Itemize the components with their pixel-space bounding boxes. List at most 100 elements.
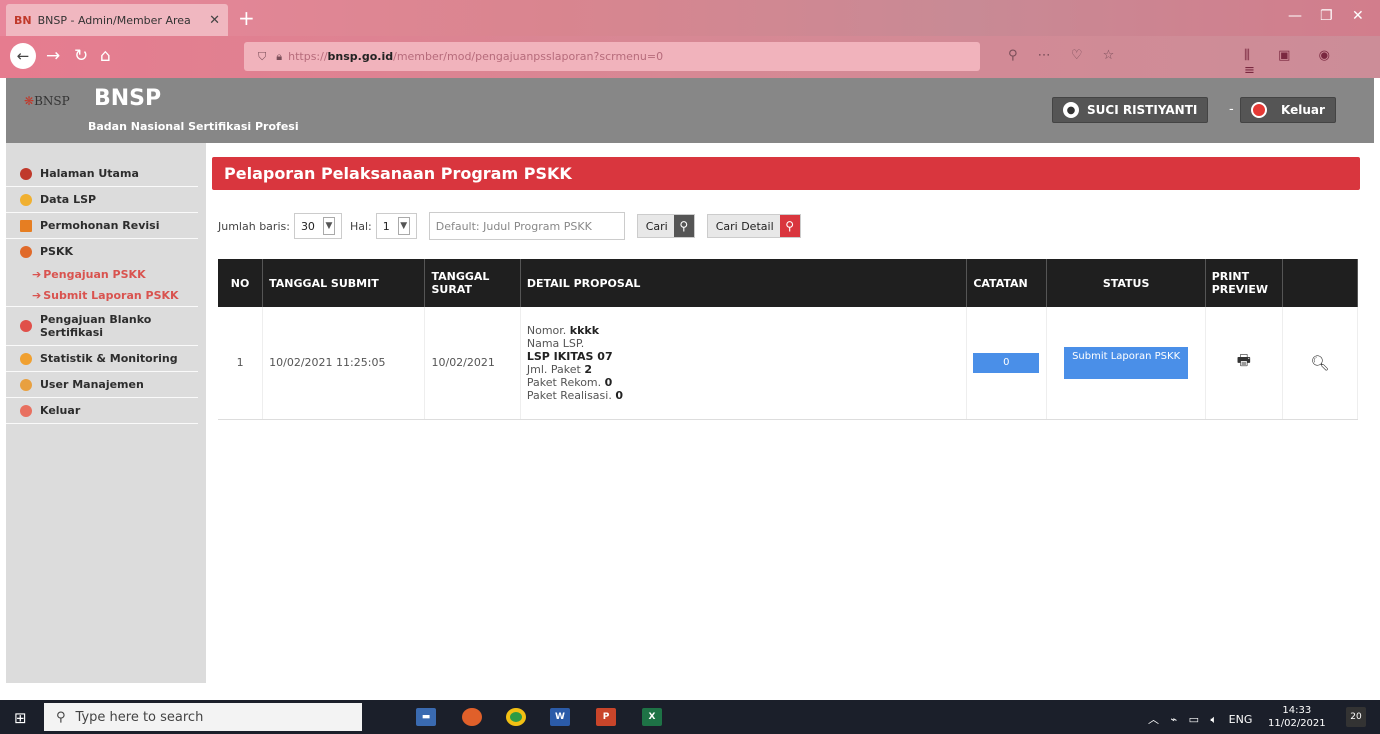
sidebar-item-permohonan-revisi[interactable]: Permohonan Revisi [6, 213, 198, 239]
windows-start-icon[interactable]: ⊞ [14, 709, 27, 727]
site-favicon-icon: BN [14, 13, 32, 27]
excel-icon[interactable]: X [642, 708, 662, 726]
arrow-right-icon: ➔ [32, 289, 42, 302]
extension-icon[interactable]: ◉ [1319, 48, 1342, 63]
cell-detail-proposal: Nomor. kkkk Nama LSP. LSP IKITAS 07 Jml.… [520, 307, 968, 420]
cell-print-preview: 🖶 [1205, 307, 1283, 420]
browser-tab[interactable]: BN BNSP - Admin/Member Area ✕ [6, 4, 228, 36]
view-detail-icon[interactable]: 🔍︎ [1310, 354, 1329, 372]
close-window-icon[interactable]: ✕ [1352, 8, 1364, 24]
sidebar-item-user-manajemen[interactable]: User Manajemen [6, 372, 198, 398]
file-explorer-icon[interactable]: ▬ [416, 708, 436, 726]
sidebar-item-label: PSKK [40, 245, 74, 258]
printer-icon[interactable]: 🖶 [1237, 351, 1251, 369]
rows-select-value: 30 [300, 219, 315, 233]
paket-label: Jml. Paket [526, 362, 581, 376]
page-select[interactable]: 1 ▼ [375, 213, 417, 239]
search-button[interactable]: Cari ⚲ [636, 214, 695, 238]
page-select-value: 1 [382, 219, 390, 233]
firefox-icon[interactable] [462, 708, 482, 726]
nomor-label: Nomor. [526, 323, 567, 337]
url-domain: bnsp.go.id [327, 50, 394, 63]
sidebar-item-data-lsp[interactable]: Data LSP [6, 187, 198, 213]
chart-icon [20, 352, 32, 365]
restore-window-icon[interactable]: ❐ [1320, 8, 1333, 24]
reload-icon[interactable]: ↻ [74, 46, 88, 66]
library-icon[interactable]: ⫼ [1244, 48, 1262, 63]
more-actions-icon[interactable]: ⋯ [1038, 48, 1059, 63]
home-icon[interactable]: ⌂ [100, 46, 111, 66]
taskbar-search-placeholder: Type here to search [75, 709, 204, 725]
key-icon[interactable]: ⚲ [1008, 48, 1026, 63]
realisasi-value: 0 [615, 388, 623, 402]
taskbar-clock[interactable]: 14:33 11/02/2021 [1268, 704, 1326, 730]
notification-count: 20 [1350, 712, 1362, 722]
site-logo[interactable]: ❋BNSP [24, 94, 70, 108]
sidebar-item-statistik[interactable]: Statistik & Monitoring [6, 346, 198, 372]
realisasi-label: Paket Realisasi. [526, 388, 612, 402]
user-profile-button[interactable]: ● SUCI RISTIYANTI [1052, 97, 1209, 123]
col-actions [1282, 259, 1359, 307]
battery-icon[interactable]: ▭ [1189, 713, 1203, 726]
col-tanggal-surat: TANGGAL SURAT [424, 259, 521, 307]
page-title: Pelaporan Pelaksanaan Program PSKK [212, 157, 1360, 190]
database-icon [20, 193, 32, 206]
notification-icon[interactable]: 20 [1346, 707, 1366, 727]
rows-label: Jumlah baris: [218, 219, 290, 233]
exit-icon [20, 404, 32, 417]
forward-icon[interactable]: → [46, 46, 60, 66]
search-button-label: Cari [645, 219, 668, 233]
rekom-value: 0 [604, 375, 613, 389]
rows-select[interactable]: 30 ▼ [293, 213, 342, 239]
bookmark-star-icon[interactable]: ☆ [1103, 48, 1123, 63]
browser-toolbar-right: ⫼ ▣ ◉ ≡ [1244, 48, 1380, 78]
sidebar-item-label: User Manajemen [40, 378, 144, 391]
status-badge[interactable]: Submit Laporan PSKK [1064, 346, 1189, 379]
taskbar-search[interactable]: ⚲ Type here to search [44, 703, 362, 731]
col-catatan: CATATAN [966, 259, 1048, 307]
close-tab-icon[interactable]: ✕ [209, 13, 220, 28]
pocket-icon[interactable]: ♡ [1071, 48, 1091, 63]
minimize-window-icon[interactable]: — [1288, 8, 1302, 24]
sidebar-item-halaman-utama[interactable]: Halaman Utama [6, 161, 198, 187]
sidebar-subitem-pengajuan-pskk[interactable]: ➔ Pengajuan PSKK [6, 264, 206, 285]
chevron-down-icon: ▼ [322, 217, 335, 235]
table-header-row: NO TANGGAL SUBMIT TANGGAL SURAT DETAIL P… [218, 259, 1359, 307]
search-detail-button[interactable]: Cari Detail ⚲ [706, 214, 801, 238]
filter-bar: Jumlah baris: 30 ▼ Hal: 1 ▼ Cari ⚲ Cari … [218, 212, 801, 240]
home-icon [20, 167, 32, 180]
nomor-value: kkkk [569, 323, 600, 337]
nama-value: LSP IKITAS 07 [526, 349, 613, 363]
sidebar-toggle-icon[interactable]: ▣ [1278, 48, 1302, 63]
col-detail-proposal: DETAIL PROPOSAL [520, 259, 968, 307]
catatan-badge[interactable]: 0 [973, 352, 1040, 373]
sidebar-item-label: Statistik & Monitoring [40, 352, 178, 365]
logout-button[interactable]: Keluar [1240, 97, 1336, 123]
chevron-down-icon: ▼ [397, 217, 410, 235]
clock-date: 11/02/2021 [1268, 718, 1326, 729]
back-icon[interactable]: ← [10, 43, 36, 69]
system-tray: ︿ ⌁ ▭ 🔈︎ ENG [1148, 711, 1252, 727]
address-bar[interactable]: ⛉ 🔒︎ https:// bnsp.go.id /member/mod/pen… [244, 42, 980, 71]
language-indicator[interactable]: ENG [1229, 713, 1253, 726]
cell-actions: 🔍︎ [1282, 307, 1359, 420]
sidebar-item-keluar[interactable]: Keluar [6, 398, 198, 424]
sidebar: Halaman Utama Data LSP Permohonan Revisi… [6, 143, 206, 683]
col-tanggal-submit: TANGGAL SUBMIT [262, 259, 426, 307]
sidebar-item-pskk[interactable]: PSKK [6, 239, 198, 264]
chrome-icon[interactable] [506, 708, 526, 726]
chevron-up-icon[interactable]: ︿ [1148, 713, 1163, 726]
sidebar-item-label: Data LSP [40, 193, 97, 206]
powerpoint-icon[interactable]: P [596, 708, 616, 726]
search-input[interactable] [428, 212, 625, 240]
volume-icon[interactable]: 🔈︎ [1211, 713, 1222, 726]
sidebar-subitem-submit-laporan-pskk[interactable]: ➔ Submit Laporan PSKK [6, 285, 198, 307]
menu-icon[interactable]: ≡ [1244, 63, 1267, 78]
site-subtitle: Badan Nasional Sertifikasi Profesi [88, 120, 299, 133]
new-tab-icon[interactable]: + [238, 6, 255, 30]
paket-value: 2 [584, 362, 592, 376]
sidebar-item-pengajuan-blanko[interactable]: Pengajuan Blanko Sertifikasi [6, 307, 198, 346]
word-icon[interactable]: W [550, 708, 570, 726]
power-icon [1251, 102, 1267, 118]
network-icon[interactable]: ⌁ [1171, 713, 1182, 726]
